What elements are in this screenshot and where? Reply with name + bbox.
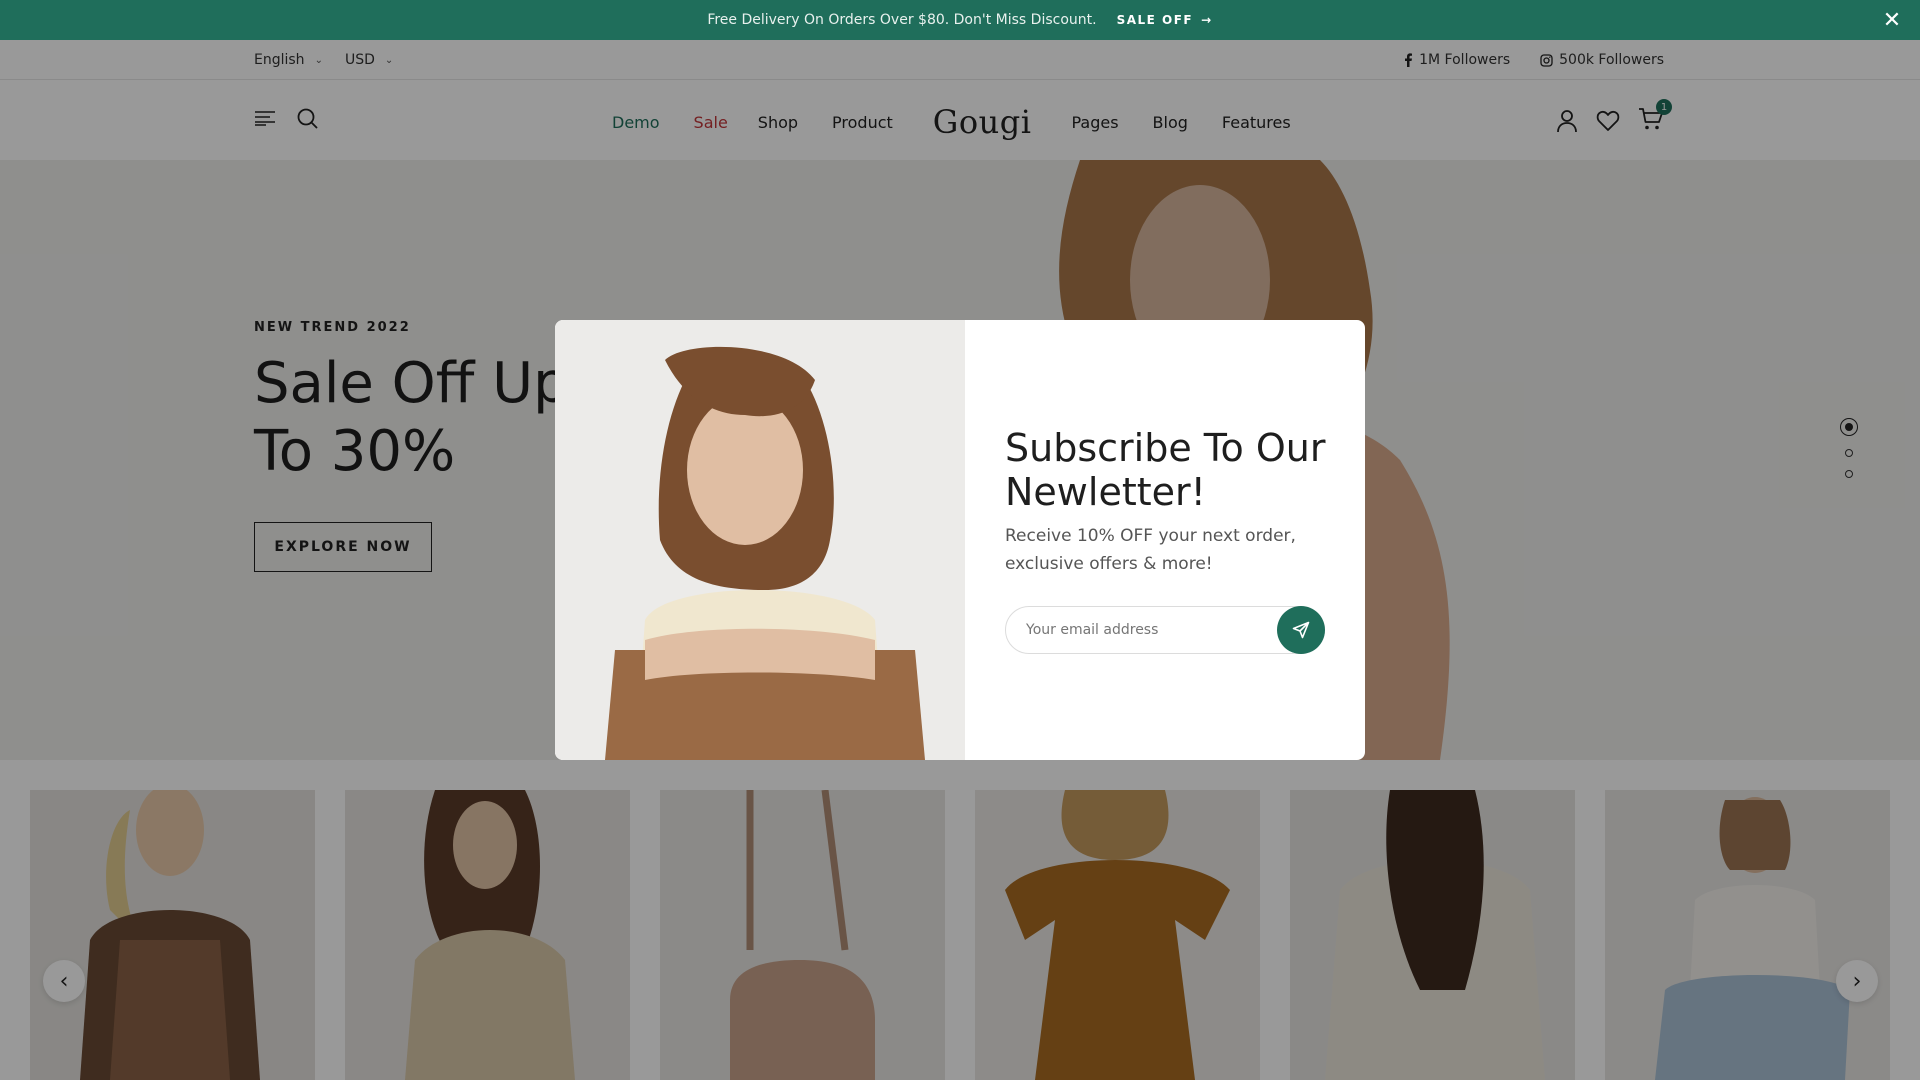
newsletter-content: Subscribe To Our Newletter! Receive 10% … [965,320,1365,760]
arrow-right-icon: → [1201,13,1213,27]
sale-off-link[interactable]: SALE OFF → [1117,13,1213,27]
subscribe-button[interactable] [1277,606,1325,654]
newsletter-model-image [555,320,965,760]
send-icon [1292,621,1310,639]
close-icon[interactable]: ✕ [1878,6,1906,34]
newsletter-description: Receive 10% OFF your next order, exclusi… [1005,526,1296,574]
announcement-text: Free Delivery On Orders Over $80. Don't … [707,12,1097,28]
newsletter-modal: Subscribe To Our Newletter! Receive 10% … [555,320,1365,760]
newsletter-form [1005,606,1325,654]
newsletter-title: Subscribe To Our Newletter! [1005,426,1326,514]
announcement-bar: Free Delivery On Orders Over $80. Don't … [0,0,1920,40]
sale-off-label: SALE OFF [1116,13,1194,27]
